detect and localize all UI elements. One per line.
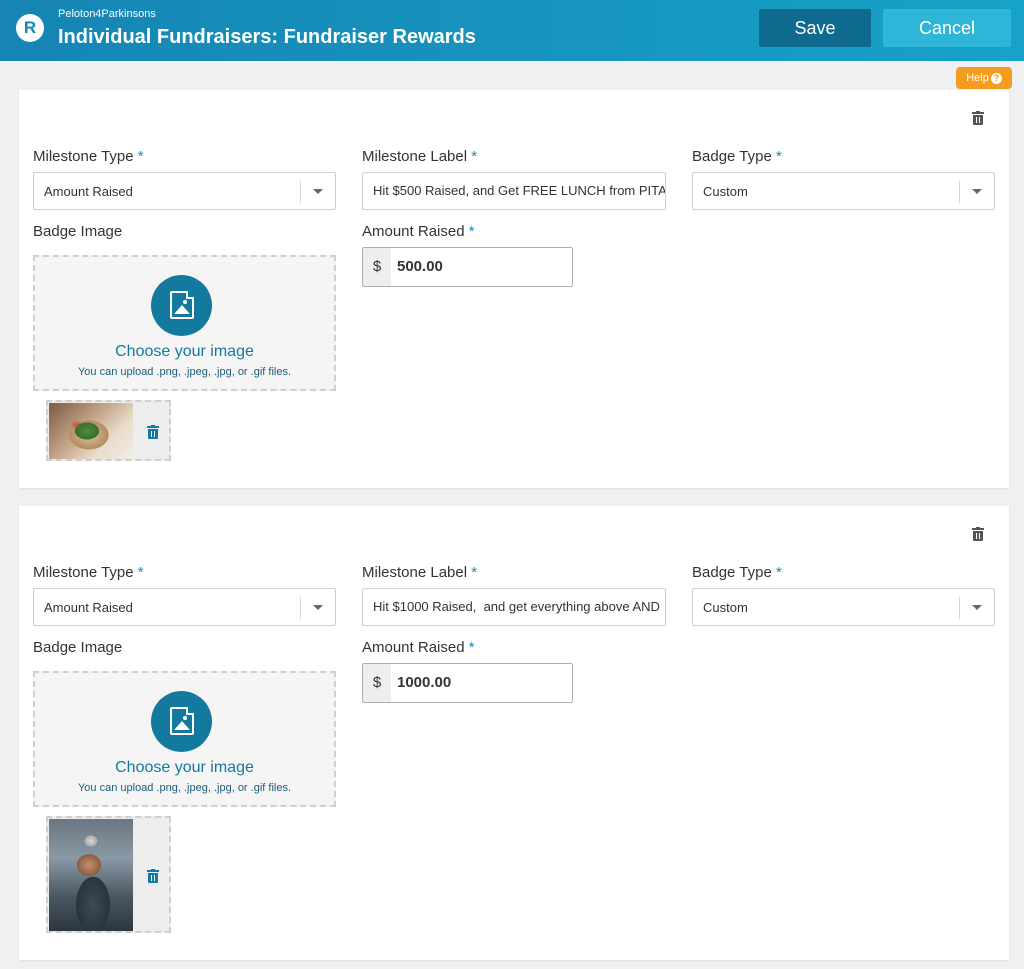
delete-reward-icon[interactable] [972, 527, 984, 541]
question-icon: ? [990, 73, 1002, 84]
badge-type-label: Badge Type * [692, 148, 782, 165]
milestone-type-select[interactable]: Amount Raised [33, 172, 336, 210]
amount-raised-input[interactable]: $ 500.00 [362, 247, 573, 287]
amount-raised-input[interactable]: $ 1000.00 [362, 663, 573, 703]
badge-image-label: Badge Image [33, 223, 123, 240]
delete-image-icon[interactable] [147, 425, 159, 439]
choose-image-link[interactable]: Choose your image [35, 343, 334, 361]
milestone-label-label: Milestone Label * [362, 148, 478, 165]
save-button[interactable]: Save [759, 9, 871, 47]
milestone-type-label: Milestone Type * [33, 564, 144, 581]
reward-card: Milestone Type * Amount Raised Milestone… [19, 506, 1009, 960]
image-dropzone[interactable]: Choose your image You can upload .png, .… [33, 671, 336, 807]
badge-type-select[interactable]: Custom [692, 588, 995, 626]
image-dropzone[interactable]: Choose your image You can upload .png, .… [33, 255, 336, 391]
badge-type-select[interactable]: Custom [692, 172, 995, 210]
logo-icon: R [16, 14, 44, 42]
milestone-label-input[interactable]: Hit $1000 Raised, and get everything abo… [362, 588, 666, 626]
chevron-down-icon [313, 189, 323, 194]
app-header: R Peloton4Parkinsons Individual Fundrais… [0, 0, 1024, 61]
help-label: Help [966, 72, 989, 84]
milestone-label-label: Milestone Label * [362, 564, 478, 581]
milestone-type-value: Amount Raised [44, 600, 133, 615]
badge-thumbnail-container [46, 400, 171, 461]
badge-type-value: Custom [703, 600, 748, 615]
cancel-button[interactable]: Cancel [883, 9, 1011, 47]
org-name: Peloton4Parkinsons [58, 8, 156, 20]
badge-type-label: Badge Type * [692, 564, 782, 581]
chevron-down-icon [313, 605, 323, 610]
amount-value: 500.00 [397, 258, 443, 275]
reward-card: Milestone Type * Amount Raised Milestone… [19, 90, 1009, 488]
milestone-type-select[interactable]: Amount Raised [33, 588, 336, 626]
image-icon [151, 691, 212, 752]
badge-image-label: Badge Image [33, 639, 123, 656]
image-icon [151, 275, 212, 336]
badge-thumbnail-image [49, 403, 133, 459]
amount-raised-label: Amount Raised * [362, 639, 475, 656]
currency-symbol: $ [363, 664, 391, 702]
chevron-down-icon [972, 189, 982, 194]
page-title: Individual Fundraisers: Fundraiser Rewar… [58, 26, 476, 48]
upload-hint: You can upload .png, .jpeg, .jpg, or .gi… [77, 366, 292, 378]
milestone-label-input[interactable]: Hit $500 Raised, and Get FREE LUNCH from… [362, 172, 666, 210]
badge-thumbnail-container [46, 816, 171, 933]
help-button[interactable]: Help? [956, 67, 1012, 89]
amount-raised-label: Amount Raised * [362, 223, 475, 240]
delete-reward-icon[interactable] [972, 111, 984, 125]
chevron-down-icon [972, 605, 982, 610]
badge-type-value: Custom [703, 184, 748, 199]
upload-hint: You can upload .png, .jpeg, .jpg, or .gi… [77, 782, 292, 794]
choose-image-link[interactable]: Choose your image [35, 759, 334, 777]
milestone-type-value: Amount Raised [44, 184, 133, 199]
delete-image-icon[interactable] [147, 869, 159, 883]
currency-symbol: $ [363, 248, 391, 286]
milestone-type-label: Milestone Type * [33, 148, 144, 165]
amount-value: 1000.00 [397, 674, 452, 691]
badge-thumbnail-image [49, 819, 133, 931]
